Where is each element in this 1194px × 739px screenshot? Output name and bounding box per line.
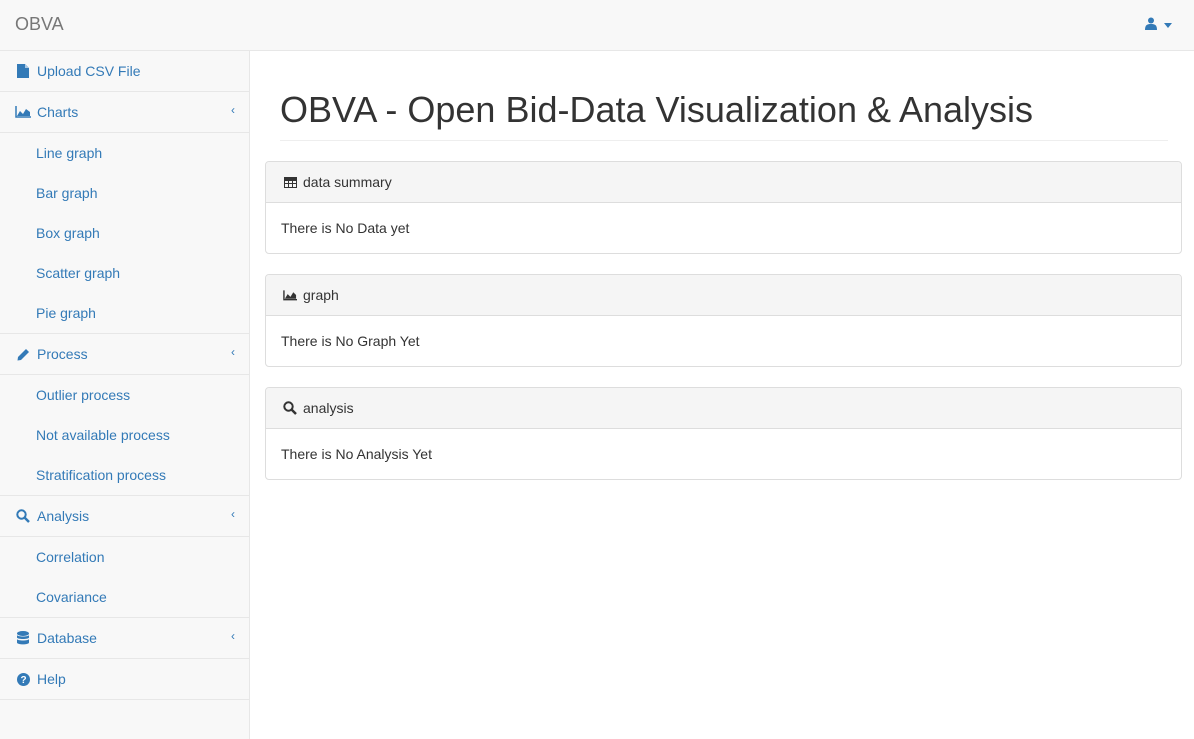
panel-body: There is No Data yet [281, 220, 410, 236]
sidebar-item-charts[interactable]: Charts ‹ [0, 92, 249, 133]
top-navbar: OBVA [0, 0, 1194, 51]
sidebar-item-pie-graph[interactable]: Pie graph [0, 293, 249, 333]
charts-submenu: Line graph Bar graph Box graph Scatter g… [0, 133, 249, 334]
panel-title: graph [303, 287, 339, 303]
sidebar-item-label: Help [37, 671, 66, 687]
user-menu-dropdown[interactable] [1145, 17, 1172, 33]
panel-heading: data summary [266, 162, 1181, 203]
svg-text:?: ? [20, 675, 26, 686]
panel-title: data summary [303, 174, 392, 190]
sidebar-item-analysis[interactable]: Analysis ‹ [0, 496, 249, 537]
sidebar-item-label: Database [37, 630, 97, 646]
graph-panel: graph There is No Graph Yet [265, 274, 1182, 367]
sidebar-item-stratification-process[interactable]: Stratification process [0, 455, 249, 495]
sidebar-item-box-graph[interactable]: Box graph [0, 213, 249, 253]
sidebar-item-process[interactable]: Process ‹ [0, 334, 249, 375]
question-circle-icon: ? [15, 671, 31, 687]
chevron-left-icon: ‹ [231, 629, 235, 643]
sidebar-item-database[interactable]: Database ‹ [0, 618, 249, 659]
sidebar-item-label: Charts [37, 104, 79, 120]
sidebar-item-upload-csv[interactable]: Upload CSV File [0, 51, 249, 92]
sidebar-item-not-available-process[interactable]: Not available process [0, 415, 249, 455]
analysis-panel: analysis There is No Analysis Yet [265, 387, 1182, 480]
area-chart-icon [15, 104, 31, 120]
search-icon [15, 508, 31, 524]
sidebar-item-label: Analysis [37, 508, 90, 524]
pencil-icon [15, 346, 31, 362]
panel-heading: analysis [266, 388, 1181, 429]
panel-body: There is No Analysis Yet [281, 446, 432, 462]
panel-heading: graph [266, 275, 1181, 316]
main-content: OBVA - Open Bid-Data Visualization & Ana… [250, 51, 1194, 739]
chevron-left-icon: ‹ [231, 507, 235, 521]
chevron-left-icon: ‹ [231, 103, 235, 117]
file-icon [15, 63, 31, 79]
sidebar-item-label: Upload CSV File [37, 63, 141, 79]
chevron-left-icon: ‹ [231, 345, 235, 359]
page-title: OBVA - Open Bid-Data Visualization & Ana… [280, 89, 1168, 141]
panel-title: analysis [303, 400, 354, 416]
sidebar-item-outlier-process[interactable]: Outlier process [0, 375, 249, 415]
sidebar-item-scatter-graph[interactable]: Scatter graph [0, 253, 249, 293]
sidebar-item-bar-graph[interactable]: Bar graph [0, 173, 249, 213]
sidebar-item-help[interactable]: ? Help [0, 659, 249, 700]
sidebar: Upload CSV File Charts ‹ Line graph Bar … [0, 51, 250, 739]
process-submenu: Outlier process Not available process St… [0, 375, 249, 496]
data-summary-panel: data summary There is No Data yet [265, 161, 1182, 254]
database-icon [15, 630, 31, 646]
search-icon [283, 401, 297, 415]
brand-logo[interactable]: OBVA [15, 14, 64, 35]
panel-body: There is No Graph Yet [281, 333, 420, 349]
area-chart-icon [283, 288, 297, 302]
sidebar-item-covariance[interactable]: Covariance [0, 577, 249, 617]
sidebar-item-line-graph[interactable]: Line graph [0, 133, 249, 173]
sidebar-item-label: Process [37, 346, 88, 362]
sidebar-item-correlation[interactable]: Correlation [0, 537, 249, 577]
analysis-submenu: Correlation Covariance [0, 537, 249, 618]
caret-down-icon [1164, 22, 1172, 28]
user-icon [1145, 17, 1157, 33]
table-icon [283, 175, 297, 189]
